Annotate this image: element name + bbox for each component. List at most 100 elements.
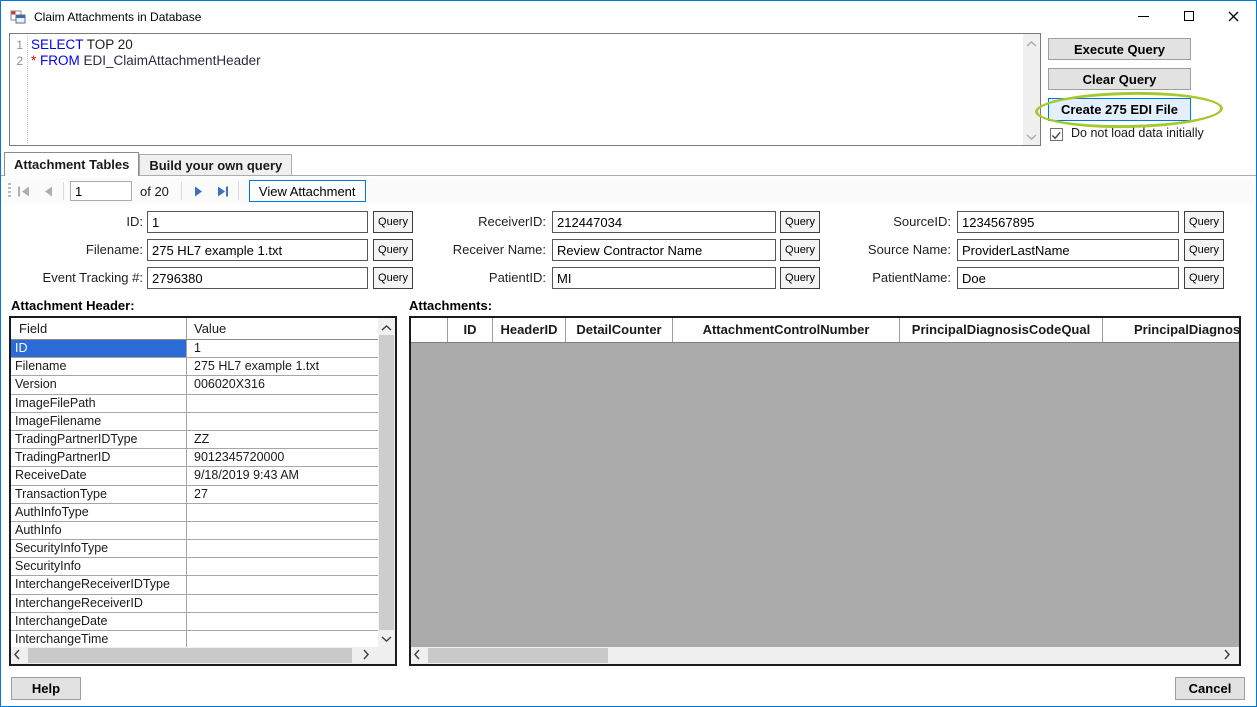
- move-next-icon[interactable]: [188, 181, 210, 201]
- field-input-receiverid[interactable]: [552, 211, 776, 233]
- field-cell[interactable]: AuthInfo: [11, 522, 187, 539]
- field-input-source-name[interactable]: [957, 239, 1179, 261]
- maximize-icon[interactable]: [1166, 1, 1211, 31]
- value-cell[interactable]: [187, 558, 378, 575]
- header-grid-row[interactable]: TradingPartnerID9012345720000: [11, 449, 378, 467]
- attachments-column-header[interactable]: HeaderID: [493, 318, 566, 342]
- record-position-input[interactable]: [70, 181, 132, 201]
- attachments-column-header[interactable]: DetailCounter: [566, 318, 673, 342]
- sql-line[interactable]: 2* FROM EDI_ClaimAttachmentHeader: [10, 53, 1022, 69]
- toolbar-grip[interactable]: [8, 183, 11, 199]
- field-cell[interactable]: ID: [11, 340, 187, 357]
- field-input-receiver-name[interactable]: [552, 239, 776, 261]
- create-275-edi-file-button[interactable]: Create 275 EDI File: [1048, 98, 1191, 121]
- query-button-event-tracking[interactable]: Query: [373, 267, 413, 289]
- field-cell[interactable]: ReceiveDate: [11, 467, 187, 484]
- tab-attachment-tables[interactable]: Attachment Tables: [4, 152, 139, 176]
- value-cell[interactable]: [187, 522, 378, 539]
- view-attachment-button[interactable]: View Attachment: [249, 180, 366, 202]
- value-cell[interactable]: 9/18/2019 9:43 AM: [187, 467, 378, 484]
- field-cell[interactable]: SecurityInfoType: [11, 540, 187, 557]
- query-button-patientid[interactable]: Query: [780, 267, 820, 289]
- minimize-icon[interactable]: [1121, 1, 1166, 31]
- header-grid-row[interactable]: InterchangeTime: [11, 631, 378, 647]
- value-cell[interactable]: [187, 395, 378, 412]
- header-grid-row[interactable]: ImageFilePath: [11, 395, 378, 413]
- header-grid-row[interactable]: SecurityInfo: [11, 558, 378, 576]
- header-grid-row[interactable]: InterchangeReceiverID: [11, 595, 378, 613]
- cancel-button[interactable]: Cancel: [1175, 677, 1245, 700]
- header-grid-row[interactable]: ReceiveDate9/18/2019 9:43 AM: [11, 467, 378, 485]
- clear-query-button[interactable]: Clear Query: [1048, 68, 1191, 90]
- field-cell[interactable]: ImageFilePath: [11, 395, 187, 412]
- value-cell[interactable]: [187, 631, 378, 647]
- query-button-filename[interactable]: Query: [373, 239, 413, 261]
- sql-editor-scrollbar[interactable]: [1023, 34, 1040, 145]
- value-cell[interactable]: [187, 504, 378, 521]
- value-cell[interactable]: [187, 413, 378, 430]
- value-cell[interactable]: ZZ: [187, 431, 378, 448]
- scroll-left-icon[interactable]: [413, 648, 427, 663]
- sql-line[interactable]: 1SELECT TOP 20: [10, 37, 1022, 53]
- attachments-column-header[interactable]: PrincipalDiagnosisCodeQual: [900, 318, 1103, 342]
- field-cell[interactable]: AuthInfoType: [11, 504, 187, 521]
- value-cell[interactable]: 27: [187, 486, 378, 503]
- value-cell[interactable]: 9012345720000: [187, 449, 378, 466]
- scroll-left-icon[interactable]: [13, 648, 27, 663]
- query-button-receiverid[interactable]: Query: [780, 211, 820, 233]
- field-cell[interactable]: TransactionType: [11, 486, 187, 503]
- field-cell[interactable]: InterchangeReceiverIDType: [11, 576, 187, 593]
- field-input-filename[interactable]: [147, 239, 368, 261]
- scroll-up-icon[interactable]: [1023, 36, 1040, 50]
- column-header-field[interactable]: Field: [11, 318, 187, 339]
- query-button-source-name[interactable]: Query: [1184, 239, 1224, 261]
- scroll-down-icon[interactable]: [1023, 129, 1040, 143]
- move-previous-icon[interactable]: [37, 181, 59, 201]
- field-input-event-tracking[interactable]: [147, 267, 368, 289]
- value-cell[interactable]: [187, 540, 378, 557]
- scrollbar-thumb[interactable]: [379, 335, 394, 630]
- sql-editor[interactable]: 1SELECT TOP 202* FROM EDI_ClaimAttachmen…: [9, 33, 1041, 146]
- scroll-up-icon[interactable]: [378, 320, 395, 334]
- value-cell[interactable]: [187, 576, 378, 593]
- field-input-sourceid[interactable]: [957, 211, 1179, 233]
- field-cell[interactable]: SecurityInfo: [11, 558, 187, 575]
- query-button-receiver-name[interactable]: Query: [780, 239, 820, 261]
- header-grid-row[interactable]: Filename275 HL7 example 1.txt: [11, 358, 378, 376]
- field-cell[interactable]: TradingPartnerID: [11, 449, 187, 466]
- header-grid-row[interactable]: Version006020X316: [11, 376, 378, 394]
- column-header-value[interactable]: Value: [187, 318, 378, 339]
- value-cell[interactable]: [187, 595, 378, 612]
- sql-lines[interactable]: 1SELECT TOP 202* FROM EDI_ClaimAttachmen…: [10, 37, 1022, 69]
- attachments-row-selector-header[interactable]: [411, 318, 448, 342]
- field-cell[interactable]: Filename: [11, 358, 187, 375]
- header-grid-row[interactable]: SecurityInfoType: [11, 540, 378, 558]
- header-grid-row[interactable]: TradingPartnerIDTypeZZ: [11, 431, 378, 449]
- attachments-grid-horizontal-scrollbar[interactable]: [411, 647, 1239, 664]
- header-grid-row[interactable]: AuthInfoType: [11, 504, 378, 522]
- do-not-load-checkbox-label[interactable]: Do not load data initially: [1071, 126, 1204, 140]
- field-input-id[interactable]: [147, 211, 368, 233]
- help-button[interactable]: Help: [11, 677, 81, 700]
- scrollbar-thumb[interactable]: [28, 648, 352, 663]
- query-button-sourceid[interactable]: Query: [1184, 211, 1224, 233]
- field-input-patientname[interactable]: [957, 267, 1179, 289]
- close-icon[interactable]: [1211, 1, 1256, 31]
- scroll-right-icon[interactable]: [1223, 648, 1237, 663]
- scroll-down-icon[interactable]: [378, 631, 395, 645]
- value-cell[interactable]: [187, 613, 378, 630]
- execute-query-button[interactable]: Execute Query: [1048, 38, 1191, 60]
- field-cell[interactable]: Version: [11, 376, 187, 393]
- attachments-column-header[interactable]: ID: [448, 318, 493, 342]
- do-not-load-checkbox[interactable]: [1050, 128, 1063, 141]
- header-grid-horizontal-scrollbar[interactable]: [11, 647, 378, 664]
- value-cell[interactable]: 006020X316: [187, 376, 378, 393]
- query-button-patientname[interactable]: Query: [1184, 267, 1224, 289]
- header-grid-row[interactable]: AuthInfo: [11, 522, 378, 540]
- field-cell[interactable]: InterchangeDate: [11, 613, 187, 630]
- scrollbar-thumb[interactable]: [428, 648, 608, 663]
- query-button-id[interactable]: Query: [373, 211, 413, 233]
- header-grid-row[interactable]: TransactionType27: [11, 486, 378, 504]
- field-input-patientid[interactable]: [552, 267, 776, 289]
- attachments-column-header[interactable]: AttachmentControlNumber: [673, 318, 900, 342]
